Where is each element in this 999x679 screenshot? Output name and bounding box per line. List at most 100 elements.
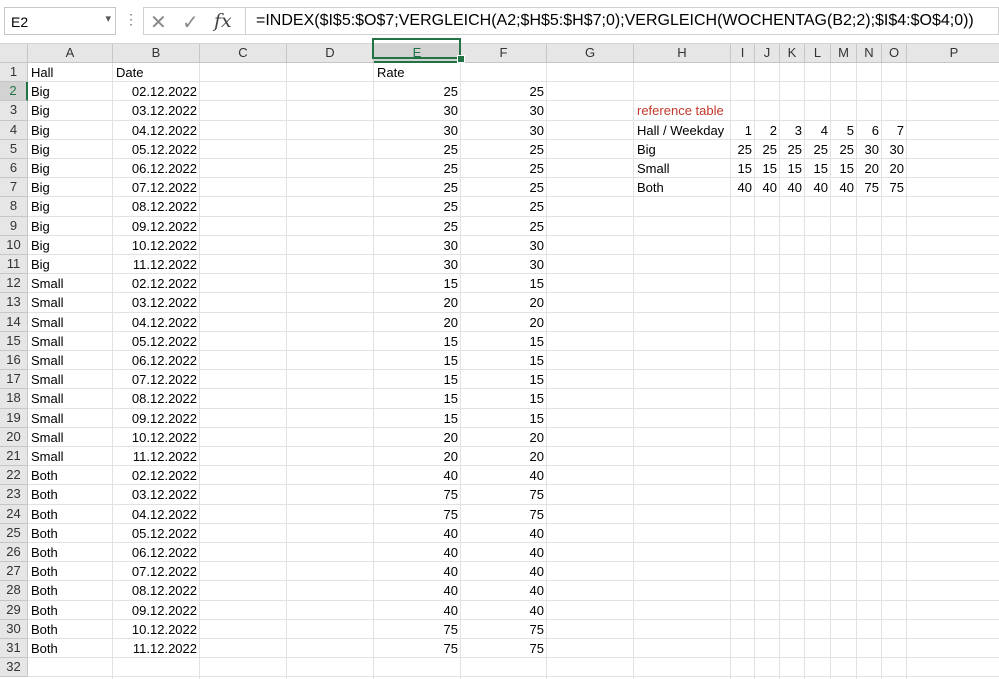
cell-f-value[interactable]: 40	[461, 562, 547, 581]
cell-f-value[interactable]: 40	[461, 581, 547, 600]
cell-f-value[interactable]: 25	[461, 217, 547, 236]
cell-f-value[interactable]: 15	[461, 274, 547, 293]
cell-hall[interactable]: Small	[28, 332, 113, 351]
cell-rate[interactable]: 30	[374, 121, 461, 140]
reference-value[interactable]: 30	[857, 140, 882, 159]
column-header-g[interactable]: G	[547, 44, 634, 63]
cell-date[interactable]: 10.12.2022	[113, 428, 200, 447]
fill-handle[interactable]	[457, 55, 465, 63]
cell-hall[interactable]: Small	[28, 293, 113, 312]
cell-hall[interactable]: Both	[28, 485, 113, 504]
cell-hall[interactable]: Small	[28, 313, 113, 332]
cell-f-value[interactable]: 15	[461, 389, 547, 408]
cell-date[interactable]: 07.12.2022	[113, 178, 200, 197]
cell-f-value[interactable]: 75	[461, 505, 547, 524]
cell-rate[interactable]: 25	[374, 140, 461, 159]
cell-f-value[interactable]: 25	[461, 140, 547, 159]
cell-hall[interactable]: Small	[28, 447, 113, 466]
reference-value[interactable]: 20	[882, 159, 907, 178]
cell-date[interactable]: 02.12.2022	[113, 82, 200, 101]
row-header-31[interactable]: 31	[0, 639, 28, 659]
cell-date[interactable]: 07.12.2022	[113, 370, 200, 389]
cell-hall[interactable]: Big	[28, 159, 113, 178]
cell-date[interactable]: 11.12.2022	[113, 639, 200, 658]
row-header-5[interactable]: 5	[0, 139, 28, 159]
weekday-header-1[interactable]: 1	[731, 121, 755, 140]
cell-hall[interactable]: Big	[28, 255, 113, 274]
name-box[interactable]: E2 ▾	[4, 7, 116, 35]
row-header-11[interactable]: 11	[0, 255, 28, 275]
cell-date[interactable]: 11.12.2022	[113, 255, 200, 274]
cell-rate[interactable]: 30	[374, 236, 461, 255]
row-header-14[interactable]: 14	[0, 312, 28, 332]
cell-rate[interactable]: 75	[374, 639, 461, 658]
row-header-7[interactable]: 7	[0, 178, 28, 198]
cell-hall[interactable]: Both	[28, 562, 113, 581]
cell-date[interactable]: 02.12.2022	[113, 274, 200, 293]
cell-f-value[interactable]: 75	[461, 485, 547, 504]
cell-hall[interactable]: Both	[28, 543, 113, 562]
cell-f-value[interactable]: 20	[461, 293, 547, 312]
chevron-down-icon[interactable]: ▾	[105, 12, 111, 25]
cell-date[interactable]: 03.12.2022	[113, 101, 200, 120]
cell-rate[interactable]: 20	[374, 313, 461, 332]
row-header-10[interactable]: 10	[0, 235, 28, 255]
reference-value[interactable]: 40	[831, 178, 857, 197]
reference-value[interactable]: 15	[780, 159, 805, 178]
column-header-a[interactable]: A	[28, 44, 113, 63]
row-header-15[interactable]: 15	[0, 331, 28, 351]
cell-date[interactable]: 05.12.2022	[113, 332, 200, 351]
cell-f-value[interactable]: 40	[461, 524, 547, 543]
reference-row-label[interactable]: Both	[634, 178, 731, 197]
cell-rate[interactable]: 40	[374, 543, 461, 562]
cell-hall[interactable]: Small	[28, 370, 113, 389]
reference-value[interactable]: 30	[882, 140, 907, 159]
reference-row-label[interactable]: Small	[634, 159, 731, 178]
row-header-1[interactable]: 1	[0, 63, 28, 83]
column-header-b[interactable]: B	[113, 44, 200, 63]
cell-f-value[interactable]: 15	[461, 409, 547, 428]
cell-date[interactable]: 04.12.2022	[113, 313, 200, 332]
cell-date[interactable]: 06.12.2022	[113, 351, 200, 370]
cell-rate[interactable]: 15	[374, 351, 461, 370]
cell-f-value[interactable]: 40	[461, 543, 547, 562]
cell-f-value[interactable]: 25	[461, 159, 547, 178]
cell-date[interactable]: 02.12.2022	[113, 466, 200, 485]
cell-hall[interactable]: Both	[28, 581, 113, 600]
cell-f-value[interactable]: 25	[461, 82, 547, 101]
reference-value[interactable]: 15	[831, 159, 857, 178]
cell-date[interactable]: 09.12.2022	[113, 217, 200, 236]
cell-hall[interactable]: Big	[28, 217, 113, 236]
cell-rate[interactable]: 15	[374, 332, 461, 351]
cell-rate[interactable]: 25	[374, 178, 461, 197]
cell-f-value[interactable]: 30	[461, 255, 547, 274]
cell-e1[interactable]: Rate	[374, 63, 461, 82]
cell-hall[interactable]: Big	[28, 82, 113, 101]
row-header-19[interactable]: 19	[0, 408, 28, 428]
cell-date[interactable]: 03.12.2022	[113, 485, 200, 504]
cell-date[interactable]: 08.12.2022	[113, 389, 200, 408]
cell-hall[interactable]: Small	[28, 351, 113, 370]
cell-date[interactable]: 11.12.2022	[113, 447, 200, 466]
reference-value[interactable]: 40	[755, 178, 780, 197]
cell-rate[interactable]: 20	[374, 447, 461, 466]
cell-hall[interactable]: Small	[28, 409, 113, 428]
cell-date[interactable]: 07.12.2022	[113, 562, 200, 581]
active-cell-selection[interactable]	[372, 38, 461, 59]
cell-rate[interactable]: 75	[374, 620, 461, 639]
row-header-26[interactable]: 26	[0, 543, 28, 563]
cell-hall[interactable]: Both	[28, 505, 113, 524]
reference-value[interactable]: 75	[882, 178, 907, 197]
column-header-d[interactable]: D	[287, 44, 374, 63]
column-header-j[interactable]: J	[755, 44, 780, 63]
cell-rate[interactable]: 40	[374, 581, 461, 600]
row-header-6[interactable]: 6	[0, 159, 28, 179]
row-header-25[interactable]: 25	[0, 523, 28, 543]
cell-date[interactable]: 10.12.2022	[113, 236, 200, 255]
row-header-16[interactable]: 16	[0, 351, 28, 371]
row-header-2[interactable]: 2	[0, 82, 28, 102]
row-header-28[interactable]: 28	[0, 581, 28, 601]
row-header-9[interactable]: 9	[0, 216, 28, 236]
reference-value[interactable]: 40	[731, 178, 755, 197]
row-header-29[interactable]: 29	[0, 600, 28, 620]
